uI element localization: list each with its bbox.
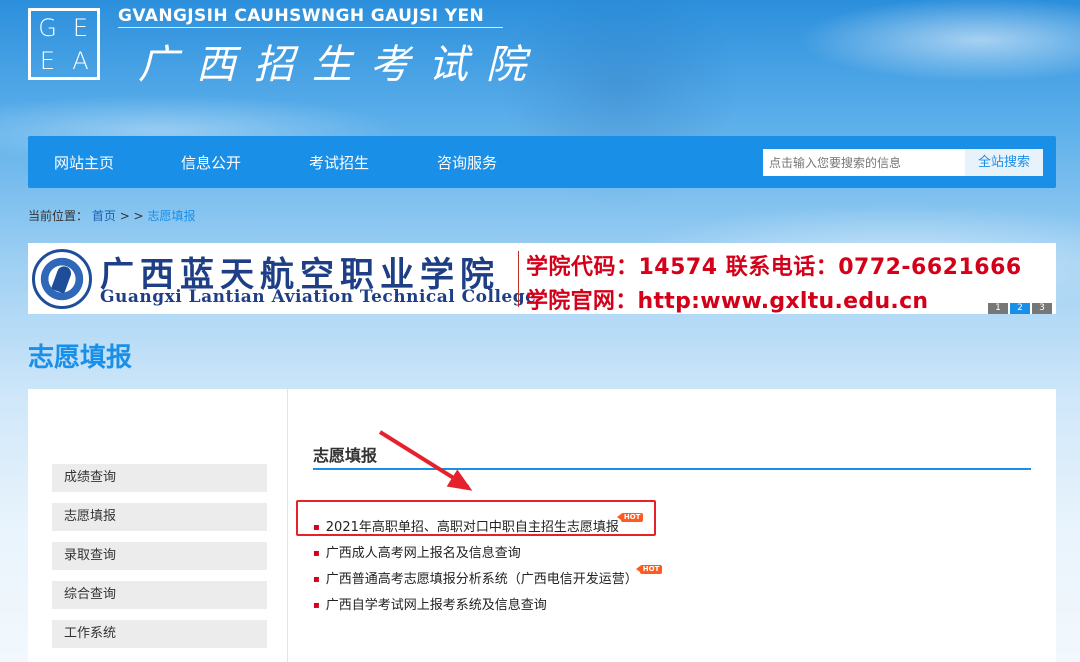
- nav-item-consult[interactable]: 咨询服务: [437, 152, 497, 173]
- site-name-cn: 广西招生考试院: [138, 42, 544, 88]
- list-item[interactable]: ▪ 广西成人高考网上报名及信息查询: [313, 542, 521, 561]
- nav-item-exam[interactable]: 考试招生: [309, 152, 369, 173]
- list-item-text[interactable]: 广西自学考试网上报考系统及信息查询: [326, 598, 547, 613]
- breadcrumb-separator: > >: [119, 209, 148, 223]
- college-name-en: Guangxi Lantian Aviation Technical Colle…: [100, 287, 537, 307]
- hot-badge: HOT: [635, 565, 663, 574]
- pager-dot[interactable]: 1: [988, 303, 1008, 314]
- section-underline: [313, 468, 1031, 470]
- nav-item-home[interactable]: 网站主页: [54, 152, 114, 173]
- site-name-en: GVANGJSIH CAUHSWNGH GAUJSI YEN: [118, 6, 485, 26]
- page-title: 志愿填报: [28, 343, 133, 373]
- section-title: 志愿填报: [313, 446, 378, 465]
- bullet-icon: ▪: [313, 548, 320, 559]
- logo-letter: A: [72, 46, 89, 75]
- bullet-icon: ▪: [313, 600, 320, 611]
- list-item[interactable]: ▪ 广西普通高考志愿填报分析系统（广西电信开发运营）HOT: [313, 565, 663, 587]
- sidebar: 成绩查询 志愿填报 录取查询 综合查询 工作系统: [28, 389, 288, 662]
- main-nav: 网站主页 信息公开 考试招生 咨询服务 全站搜索: [28, 136, 1056, 188]
- logo-letter: E: [72, 13, 89, 42]
- list-item-text[interactable]: 广西普通高考志愿填报分析系统（广西电信开发运营）: [326, 572, 638, 587]
- pager-dot-active[interactable]: 2: [1010, 303, 1030, 314]
- sidebar-item-scores[interactable]: 成绩查询: [52, 464, 267, 492]
- pager-dot[interactable]: 3: [1032, 303, 1052, 314]
- ad-banner[interactable]: 广西蓝天航空职业学院 Guangxi Lantian Aviation Tech…: [28, 243, 1056, 314]
- logo-letter: E: [39, 46, 56, 75]
- header-divider: [118, 27, 503, 28]
- bullet-icon: ▪: [313, 574, 320, 585]
- sidebar-item-general[interactable]: 综合查询: [52, 581, 267, 609]
- logo-letter: G: [38, 13, 57, 42]
- list-item-text[interactable]: 广西成人高考网上报名及信息查询: [326, 546, 521, 561]
- sidebar-item-work[interactable]: 工作系统: [52, 620, 267, 648]
- search-input[interactable]: [763, 149, 965, 176]
- college-emblem-icon: [32, 249, 92, 309]
- list-item[interactable]: ▪ 广西自学考试网上报考系统及信息查询: [313, 594, 547, 613]
- breadcrumb-prefix: 当前位置：: [28, 209, 89, 223]
- breadcrumb-home-link[interactable]: 首页: [92, 209, 116, 223]
- breadcrumb: 当前位置： 首页 > > 志愿填报: [28, 207, 195, 224]
- annotation-highlight-box: [296, 500, 656, 536]
- nav-item-info[interactable]: 信息公开: [181, 152, 241, 173]
- sidebar-item-application[interactable]: 志愿填报: [52, 503, 267, 531]
- search-button[interactable]: 全站搜索: [965, 149, 1043, 176]
- breadcrumb-current[interactable]: 志愿填报: [147, 209, 195, 223]
- banner-website: 学院官网：http:www.gxltu.edu.cn: [526, 289, 929, 314]
- sidebar-item-admission[interactable]: 录取查询: [52, 542, 267, 570]
- banner-code-phone: 学院代码：14574 联系电话：0772-6621666: [526, 255, 1022, 280]
- banner-pager: 1 2 3: [988, 303, 1052, 314]
- site-logo[interactable]: G E E A: [28, 8, 100, 80]
- banner-divider: [518, 251, 519, 307]
